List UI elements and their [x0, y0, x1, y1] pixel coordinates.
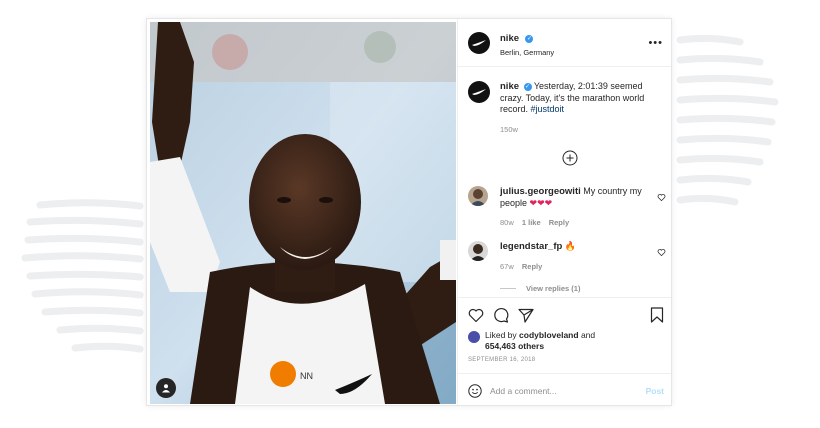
reply-button[interactable]: Reply [549, 218, 569, 227]
add-comment-bar: Post [458, 373, 671, 405]
caption-username[interactable]: nike [500, 81, 519, 92]
liked-by-conj: and [580, 330, 596, 340]
instagram-post-card: NN nike ✓ Berlin, Germany ••• nike ✓ Yes… [146, 18, 672, 406]
comment-username[interactable]: julius.georgeowiti [500, 186, 581, 197]
heart-icon[interactable] [657, 193, 666, 202]
comment-item: legendstar_fp 🔥 67w Reply [468, 241, 668, 272]
more-icon[interactable]: ••• [648, 37, 663, 49]
heart-emoji: ❤❤❤ [529, 197, 553, 208]
comment-item: julius.georgeowiti My country my people … [468, 186, 668, 229]
runner-photo-image: NN [150, 22, 456, 404]
post-button[interactable]: Post [646, 386, 664, 396]
reply-button[interactable]: Reply [522, 262, 542, 271]
avatar-image [470, 189, 486, 206]
likes-summary: Liked by codybloveland and 654,463 other… [468, 330, 664, 352]
svg-text:NN: NN [300, 371, 313, 381]
caption-text: Yesterday, 2:01:39 seemed crazy. Today, … [500, 81, 645, 114]
load-more-icon[interactable] [562, 150, 578, 166]
likes-others[interactable]: 654,463 others [485, 341, 544, 351]
heart-icon[interactable] [657, 248, 666, 257]
comment-username[interactable]: legendstar_fp [500, 241, 562, 252]
replies-divider [500, 288, 516, 289]
avatar[interactable] [468, 331, 480, 343]
avatar[interactable] [468, 186, 488, 206]
avatar[interactable] [468, 81, 490, 103]
tag-user-icon[interactable] [156, 378, 176, 398]
comment-age: 80w [500, 218, 514, 227]
fire-emoji: 🔥 [564, 241, 577, 251]
comment-input[interactable] [490, 385, 646, 396]
caption-hashtag[interactable]: #justdoit [531, 104, 565, 114]
avatar[interactable] [468, 31, 490, 54]
avatar[interactable] [468, 241, 488, 261]
view-replies-button[interactable]: View replies (1) [500, 284, 580, 293]
avatar-image [470, 244, 486, 261]
heart-icon[interactable] [468, 308, 484, 323]
verified-badge-icon: ✓ [525, 35, 534, 43]
emoji-icon[interactable] [468, 383, 482, 398]
comment-likes[interactable]: 1 like [522, 218, 541, 227]
post-date: SEPTEMBER 16, 2018 [468, 357, 536, 363]
post-username[interactable]: nike [500, 33, 519, 44]
post-photo[interactable]: NN [150, 22, 456, 404]
post-location[interactable]: Berlin, Germany [500, 48, 648, 57]
post-side-panel: nike ✓ Berlin, Germany ••• nike ✓ Yester… [457, 19, 671, 405]
post-actions: Liked by codybloveland and 654,463 other… [458, 297, 671, 363]
comment-icon[interactable] [493, 307, 509, 323]
bookmark-icon[interactable] [650, 307, 664, 323]
liked-by-user[interactable]: codybloveland [519, 330, 579, 340]
liked-by-label: Liked by [485, 330, 517, 340]
view-replies-label: View replies (1) [526, 284, 581, 293]
nike-swoosh-logo [472, 39, 486, 46]
verified-badge-icon: ✓ [523, 83, 532, 91]
post-header: nike ✓ Berlin, Germany ••• [458, 19, 671, 67]
caption: nike ✓ Yesterday, 2:01:39 seemed crazy. … [468, 81, 668, 135]
caption-age: 150w [500, 124, 518, 134]
share-icon[interactable] [518, 308, 534, 323]
nike-swoosh-logo [472, 89, 486, 95]
comment-age: 67w [500, 261, 514, 271]
